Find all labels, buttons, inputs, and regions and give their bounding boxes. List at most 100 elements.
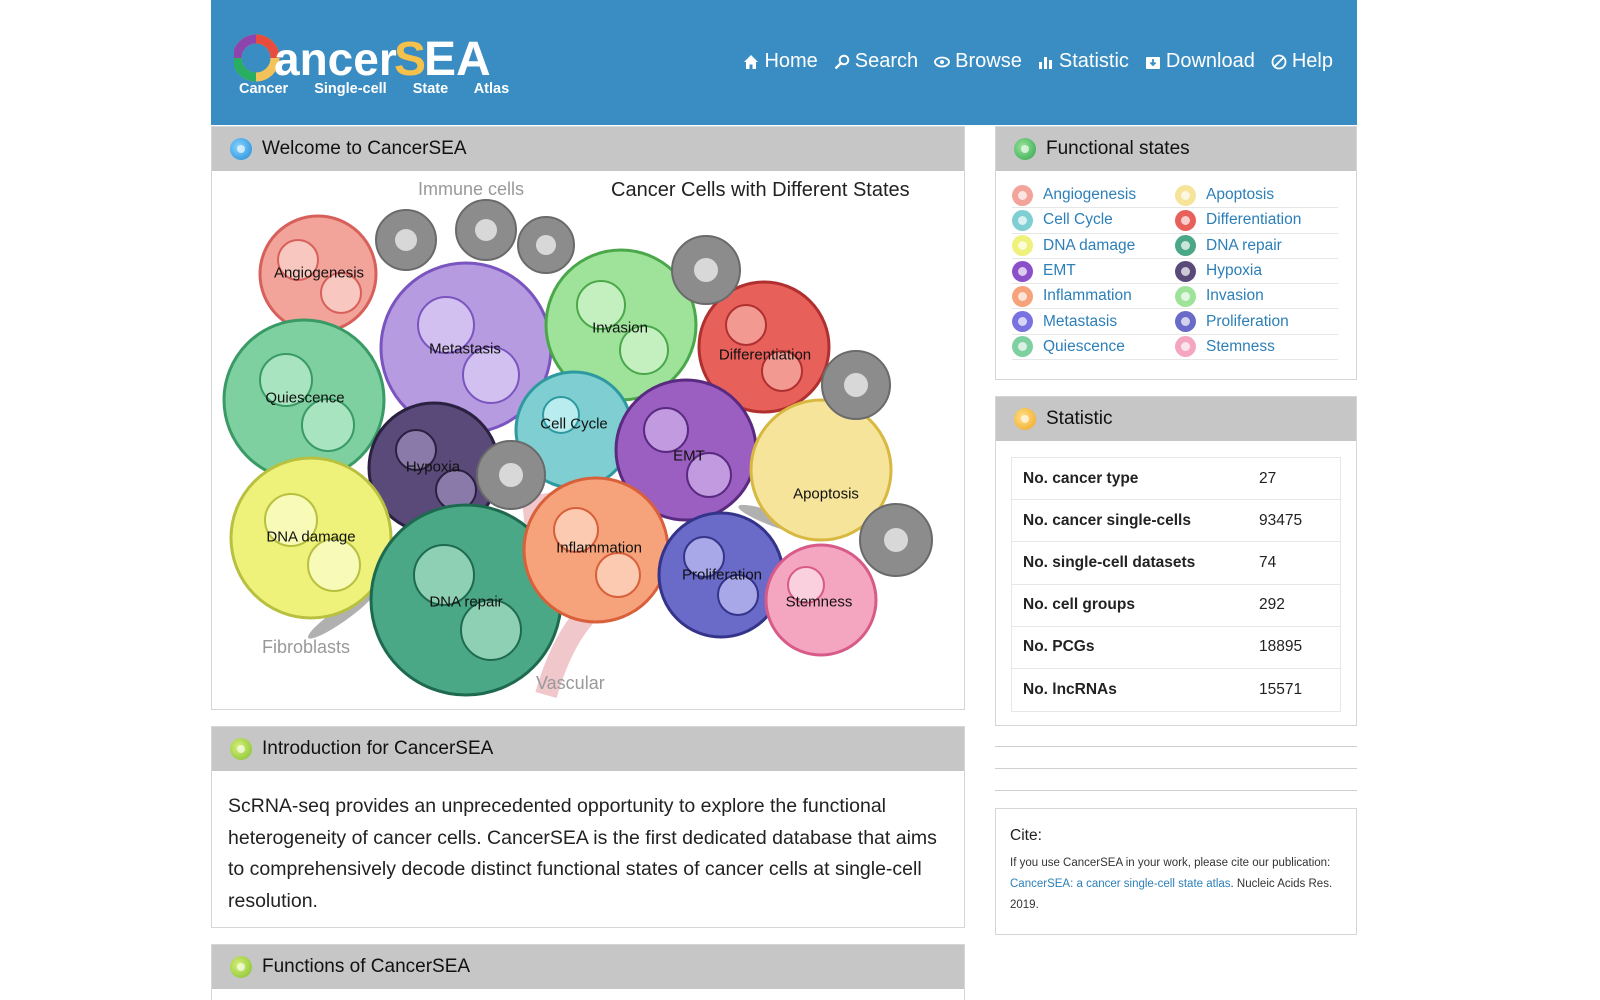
state-link-stemness[interactable]: Stemness bbox=[1175, 335, 1338, 361]
hypoxia-cell-icon bbox=[1175, 260, 1196, 282]
state-link-inflammation[interactable]: Inflammation bbox=[1012, 284, 1175, 310]
state-link-invasion[interactable]: Invasion bbox=[1175, 284, 1338, 310]
state-link-cell-cycle[interactable]: Cell Cycle bbox=[1012, 208, 1175, 234]
state-link-label: Differentiation bbox=[1206, 211, 1302, 229]
bullet-icon bbox=[1014, 138, 1036, 160]
dna-damage-cell-icon bbox=[1012, 235, 1033, 257]
welcome-title: Welcome to CancerSEA bbox=[262, 138, 467, 159]
stat-label: No. cell groups bbox=[1023, 596, 1135, 614]
cite-box: Cite: If you use CancerSEA in your work,… bbox=[995, 808, 1357, 935]
cancer-states-illustration: Cancer Cells with Different States Immun… bbox=[216, 175, 956, 705]
nav-search-label: Search bbox=[854, 50, 919, 72]
download-icon bbox=[1145, 56, 1160, 69]
state-link-proliferation[interactable]: Proliferation bbox=[1175, 309, 1338, 335]
state-link-quiescence[interactable]: Quiescence bbox=[1012, 335, 1175, 361]
state-link-dna-repair[interactable]: DNA repair bbox=[1175, 234, 1338, 259]
functional-states-panel: Functional states Angiogenesis Apoptosis… bbox=[995, 126, 1357, 380]
site-header: ancer S EA Cancer Single-cell State Atla… bbox=[211, 0, 1357, 125]
state-link-hypoxia[interactable]: Hypoxia bbox=[1175, 259, 1338, 285]
angiogenesis-cell-icon bbox=[1012, 184, 1033, 206]
main-nav: Home Search Browse Statistic Download He… bbox=[743, 50, 1333, 73]
vascular-label: Vascular bbox=[536, 673, 605, 693]
stat-label: No. cancer single-cells bbox=[1023, 511, 1191, 529]
state-link-label: Quiescence bbox=[1043, 337, 1125, 355]
state-label-apoptosis: Apoptosis bbox=[793, 485, 859, 503]
divider bbox=[995, 768, 1357, 769]
introduction-header: Introduction for CancerSEA bbox=[212, 727, 964, 771]
bullet-icon bbox=[1014, 408, 1036, 430]
state-link-dna-damage[interactable]: DNA damage bbox=[1012, 234, 1175, 259]
proliferation-cell-icon bbox=[1175, 311, 1196, 333]
cite-intro: If you use CancerSEA in your work, pleas… bbox=[1010, 857, 1331, 869]
statistic-title: Statistic bbox=[1046, 408, 1113, 429]
inflammation-cell-icon bbox=[1012, 285, 1033, 307]
fibroblasts-label: Fibroblasts bbox=[262, 637, 351, 657]
state-link-label: Metastasis bbox=[1043, 312, 1118, 330]
state-link-label: DNA repair bbox=[1206, 236, 1282, 254]
state-link-apoptosis[interactable]: Apoptosis bbox=[1175, 183, 1338, 209]
state-link-differentiation[interactable]: Differentiation bbox=[1175, 208, 1338, 234]
state-link-label: Apoptosis bbox=[1206, 186, 1275, 204]
differentiation-cell-icon bbox=[1175, 209, 1196, 231]
table-row: No. PCGs 18895 bbox=[1012, 627, 1340, 669]
functions-header: Functions of CancerSEA bbox=[212, 945, 964, 989]
table-row: No. cancer single-cells 93475 bbox=[1012, 500, 1340, 543]
state-link-emt[interactable]: EMT bbox=[1012, 259, 1175, 285]
state-link-angiogenesis[interactable]: Angiogenesis bbox=[1012, 183, 1175, 209]
stat-value: 93475 bbox=[1259, 511, 1303, 529]
home-icon bbox=[744, 54, 759, 69]
nav-browse[interactable]: Browse bbox=[934, 50, 1022, 73]
bullet-icon bbox=[230, 738, 252, 760]
functional-states-title: Functional states bbox=[1046, 138, 1190, 159]
help-icon bbox=[1271, 54, 1287, 69]
nav-search[interactable]: Search bbox=[834, 50, 918, 73]
state-link-metastasis[interactable]: Metastasis bbox=[1012, 309, 1175, 335]
statistic-panel: Statistic No. cancer type 27 No. cancer s… bbox=[995, 396, 1357, 726]
dna-repair-cell-icon bbox=[1175, 235, 1196, 257]
stat-value: 18895 bbox=[1259, 638, 1303, 656]
functional-states-header: Functional states bbox=[996, 127, 1356, 171]
state-label-hypoxia: Hypoxia bbox=[405, 458, 461, 476]
svg-text:EA: EA bbox=[424, 33, 491, 86]
state-label-invasion: Invasion bbox=[592, 319, 648, 337]
nav-download-label: Download bbox=[1165, 50, 1255, 72]
stemness-cell-icon bbox=[1175, 336, 1196, 358]
nav-download[interactable]: Download bbox=[1145, 50, 1255, 73]
quiescence-cell-icon bbox=[1012, 336, 1033, 358]
cite-title: Cite: bbox=[1010, 827, 1042, 844]
nav-statistic[interactable]: Statistic bbox=[1038, 50, 1129, 73]
welcome-header: Welcome to CancerSEA bbox=[212, 127, 964, 171]
stat-value: 74 bbox=[1259, 553, 1277, 571]
metastasis-cell-icon bbox=[1012, 311, 1033, 333]
cell-cycle-cell-icon bbox=[1012, 209, 1033, 231]
nav-help[interactable]: Help bbox=[1271, 50, 1333, 73]
bullet-icon bbox=[230, 138, 252, 160]
nav-home-label: Home bbox=[764, 50, 818, 72]
figure-title: Cancer Cells with Different States bbox=[611, 179, 910, 201]
state-label-proliferation: Proliferation bbox=[681, 566, 763, 584]
state-link-label: Inflammation bbox=[1043, 287, 1132, 305]
publication-link[interactable]: CancerSEA: a cancer single-cell state at… bbox=[1010, 878, 1231, 890]
apoptosis-cell-icon bbox=[1175, 184, 1196, 206]
state-label-quiescence: Quiescence bbox=[265, 389, 345, 407]
state-link-label: Cell Cycle bbox=[1043, 211, 1113, 229]
stat-label: No. PCGs bbox=[1023, 638, 1095, 656]
state-label-inflammation: Inflammation bbox=[556, 539, 642, 557]
cite-text: If you use CancerSEA in your work, pleas… bbox=[1010, 853, 1342, 916]
state-link-label: Angiogenesis bbox=[1043, 186, 1137, 204]
emt-cell-icon bbox=[1012, 260, 1033, 282]
svg-text:ancer: ancer bbox=[274, 33, 397, 85]
state-label-dna-repair: DNA repair bbox=[429, 593, 503, 611]
nav-home[interactable]: Home bbox=[743, 50, 818, 73]
functions-panel: Functions of CancerSEA bbox=[211, 944, 965, 1000]
stat-value: 292 bbox=[1259, 596, 1285, 614]
cancersea-logo[interactable]: ancer S EA Cancer Single-cell State Atla… bbox=[232, 20, 524, 105]
state-label-emt: EMT bbox=[673, 447, 705, 465]
state-link-label: Proliferation bbox=[1206, 312, 1289, 330]
eye-icon bbox=[934, 56, 951, 67]
state-link-label: DNA damage bbox=[1043, 236, 1136, 254]
state-label-differentiation: Differentiation bbox=[718, 346, 812, 364]
stat-value: 27 bbox=[1259, 469, 1277, 487]
functional-states-list: Angiogenesis Apoptosis Cell Cycle Differ… bbox=[996, 171, 1356, 361]
table-row: No. cancer type 27 bbox=[1012, 458, 1340, 501]
